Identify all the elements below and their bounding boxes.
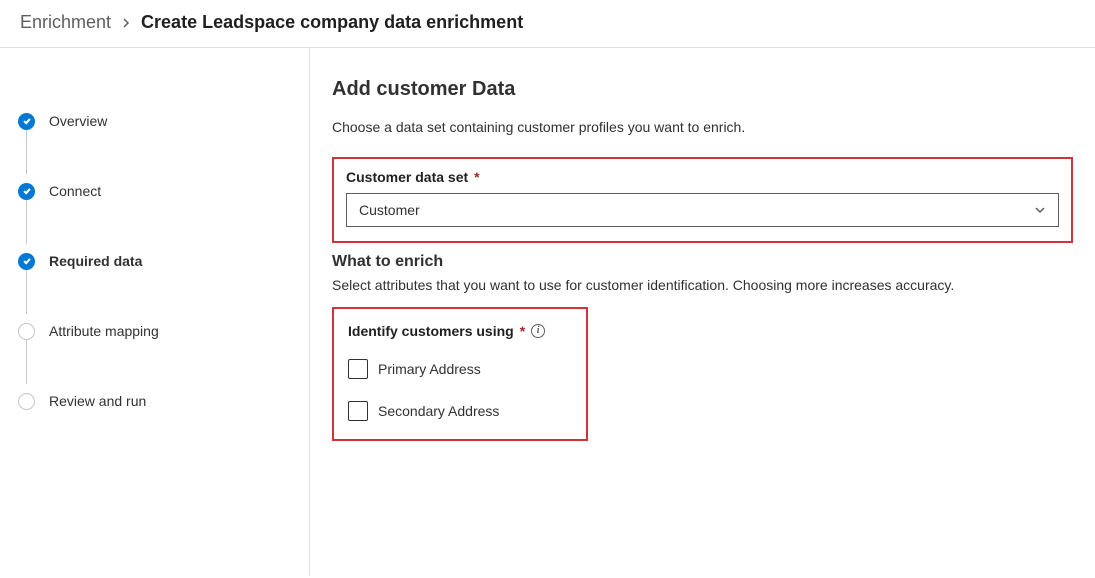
checkbox-label: Primary Address [378,361,481,377]
breadcrumb: Enrichment Create Leadspace company data… [0,0,1095,48]
step-label: Required data [49,253,142,269]
check-circle-icon [18,253,35,270]
step-label: Review and run [49,393,146,409]
circle-icon [18,393,35,410]
customer-dataset-label: Customer data set * [346,169,1059,185]
step-attribute-mapping[interactable]: Attribute mapping [18,296,309,366]
step-connect[interactable]: Connect [18,156,309,226]
checkbox-label: Secondary Address [378,403,499,419]
checkbox-primary-address[interactable]: Primary Address [348,359,572,379]
check-circle-icon [18,183,35,200]
step-overview[interactable]: Overview [18,86,309,156]
what-to-enrich-description: Select attributes that you want to use f… [332,277,1073,293]
wizard-steps-sidebar: Overview Connect Required data Attribute… [0,48,310,576]
step-required-data[interactable]: Required data [18,226,309,296]
page-title: Add customer Data [332,78,1073,101]
chevron-right-icon [121,16,131,30]
customer-dataset-group: Customer data set * Customer [332,157,1073,243]
chevron-down-icon [1034,204,1046,216]
dropdown-value: Customer [359,202,420,218]
what-to-enrich-heading: What to enrich [332,253,1073,271]
required-asterisk: * [474,169,479,185]
main-content: Add customer Data Choose a data set cont… [310,48,1095,576]
checkbox-secondary-address[interactable]: Secondary Address [348,401,572,421]
required-asterisk: * [520,323,525,339]
circle-icon [18,323,35,340]
step-label: Connect [49,183,101,199]
checkbox-icon [348,359,368,379]
identify-customers-group: Identify customers using * i Primary Add… [332,307,588,441]
breadcrumb-parent[interactable]: Enrichment [20,12,111,33]
step-label: Overview [49,113,107,129]
checkbox-icon [348,401,368,421]
check-circle-icon [18,113,35,130]
customer-dataset-dropdown[interactable]: Customer [346,193,1059,227]
step-label: Attribute mapping [49,323,159,339]
step-review-and-run[interactable]: Review and run [18,366,309,436]
breadcrumb-current: Create Leadspace company data enrichment [141,12,523,33]
identify-customers-label: Identify customers using * i [348,323,572,339]
page-description: Choose a data set containing customer pr… [332,119,1073,135]
info-icon[interactable]: i [531,324,545,338]
